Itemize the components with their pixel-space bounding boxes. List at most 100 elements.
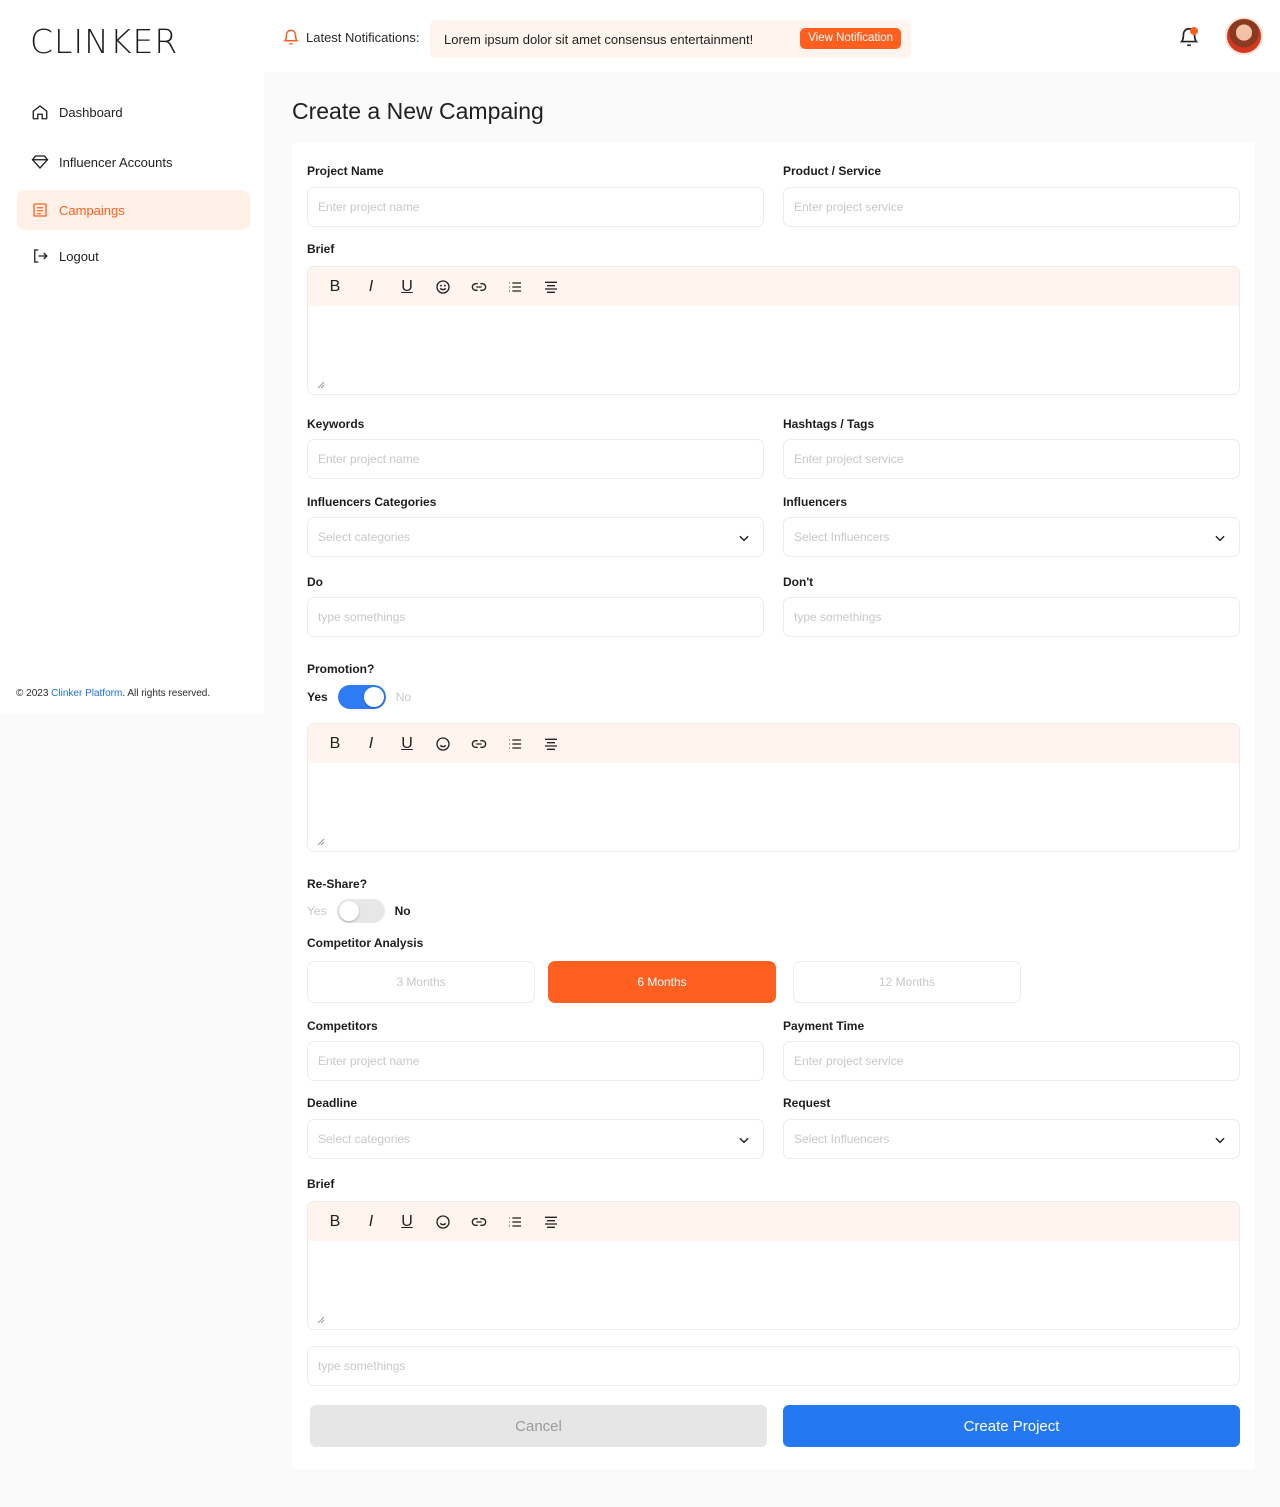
avatar[interactable] (1225, 17, 1263, 55)
italic-icon[interactable]: I (353, 275, 389, 299)
editor-toolbar: B I U (308, 724, 1239, 763)
copyright-brand-link[interactable]: Clinker Platform (51, 688, 122, 699)
link-icon[interactable] (461, 275, 497, 299)
emoji-icon[interactable] (425, 1210, 461, 1234)
align-center-icon[interactable] (533, 275, 569, 299)
home-icon (32, 105, 48, 120)
sidebar: Dashboard Influencer Accounts Campaings … (0, 72, 264, 714)
toggle-knob (338, 901, 359, 921)
notifications-label-text: Latest Notifications: (306, 29, 420, 45)
sidebar-item-label: Dashboard (59, 104, 123, 120)
hashtags-input[interactable]: Enter project service (783, 439, 1240, 479)
influencers-label: Influencers (783, 495, 848, 509)
campaign-form: Project Name Enter project name Product … (292, 143, 1255, 1469)
placeholder: Enter project service (794, 452, 904, 466)
influencers-select[interactable]: Select Influencers (783, 517, 1240, 557)
brief-editor[interactable]: B I U (307, 266, 1240, 395)
list-icon[interactable] (497, 732, 533, 756)
editor-toolbar: B I U (308, 1202, 1239, 1241)
emoji-icon[interactable] (425, 732, 461, 756)
brief-2-editor[interactable]: B I U (307, 1201, 1240, 1330)
link-icon[interactable] (461, 732, 497, 756)
placeholder: type somethings (318, 610, 406, 624)
placeholder: Select categories (318, 530, 411, 544)
extra-notes-input[interactable]: type somethings (307, 1346, 1240, 1386)
period-12-months-button[interactable]: 12 Months (793, 961, 1021, 1003)
resize-handle-icon[interactable] (317, 381, 325, 389)
align-center-icon[interactable] (533, 1210, 569, 1234)
resize-handle-icon[interactable] (317, 838, 325, 846)
placeholder: type somethings (318, 1359, 406, 1373)
underline-icon[interactable]: U (389, 732, 425, 756)
italic-icon[interactable]: I (353, 1210, 389, 1234)
chevron-down-icon (739, 535, 749, 542)
reshare-label: Re-Share? (307, 877, 368, 891)
deadline-label: Deadline (307, 1096, 358, 1110)
do-input[interactable]: type somethings (307, 597, 764, 637)
list-icon[interactable] (497, 275, 533, 299)
competitors-label: Competitors (307, 1019, 378, 1033)
notification-banner: Lorem ipsum dolor sit amet consensus ent… (430, 20, 911, 58)
italic-icon[interactable]: I (353, 732, 389, 756)
dont-label: Don't (783, 575, 814, 589)
promotion-yes-label: Yes (307, 690, 328, 704)
list-icon[interactable] (497, 1210, 533, 1234)
request-select[interactable]: Select Influencers (783, 1119, 1240, 1159)
top-bar: CLINKER Latest Notifications: Lorem ipsu… (0, 0, 1280, 72)
view-notification-button[interactable]: View Notification (800, 28, 901, 49)
copyright: © 2023 Clinker Platform. All rights rese… (16, 688, 210, 699)
request-label: Request (783, 1096, 831, 1110)
competitor-analysis-label: Competitor Analysis (307, 936, 424, 950)
influencer-categories-label: Influencers Categories (307, 495, 437, 509)
placeholder: Enter project name (318, 1054, 420, 1068)
sidebar-item-label: Logout (59, 248, 99, 264)
toggle-knob (363, 687, 384, 707)
resize-handle-icon[interactable] (317, 1316, 325, 1324)
reshare-yes-label: Yes (307, 904, 327, 918)
period-6-months-button[interactable]: 6 Months (548, 961, 776, 1003)
promotion-toggle[interactable] (337, 685, 386, 709)
payment-time-input[interactable]: Enter project service (783, 1041, 1240, 1081)
placeholder: Enter project service (794, 1054, 904, 1068)
influencer-categories-select[interactable]: Select categories (307, 517, 764, 557)
product-service-label: Product / Service (783, 164, 882, 178)
copyright-prefix: © 2023 (16, 688, 52, 699)
align-center-icon[interactable] (533, 732, 569, 756)
sidebar-item-label: Influencer Accounts (59, 154, 173, 170)
placeholder: Select Influencers (794, 1132, 890, 1146)
reshare-toggle[interactable] (336, 899, 385, 923)
notification-text: Lorem ipsum dolor sit amet consensus ent… (444, 31, 754, 47)
keywords-input[interactable]: Enter project name (307, 439, 764, 479)
promotion-editor[interactable]: B I U (307, 723, 1240, 852)
placeholder: Enter project name (318, 452, 420, 466)
underline-icon[interactable]: U (389, 1210, 425, 1234)
bold-icon[interactable]: B (317, 1210, 353, 1234)
sidebar-item-campaings[interactable]: Campaings (17, 190, 250, 230)
reshare-toggle-row: Yes No (307, 899, 411, 923)
emoji-icon[interactable] (425, 275, 461, 299)
product-service-input[interactable]: Enter project service (783, 187, 1240, 227)
brief-label: Brief (307, 242, 335, 256)
period-3-months-button[interactable]: 3 Months (307, 961, 535, 1003)
dont-input[interactable]: type somethings (783, 597, 1240, 637)
app-logo[interactable]: CLINKER (30, 22, 178, 61)
link-icon[interactable] (461, 1210, 497, 1234)
do-label: Do (307, 575, 323, 589)
create-project-button[interactable]: Create Project (783, 1405, 1240, 1447)
competitors-input[interactable]: Enter project name (307, 1041, 764, 1081)
promotion-label: Promotion? (307, 662, 375, 676)
chevron-down-icon (739, 1137, 749, 1144)
list-doc-icon (33, 203, 47, 217)
bold-icon[interactable]: B (317, 732, 353, 756)
sidebar-item-logout[interactable]: Logout (17, 236, 250, 276)
sidebar-item-influencer-accounts[interactable]: Influencer Accounts (17, 142, 250, 182)
placeholder: Enter project service (794, 200, 904, 214)
project-name-input[interactable]: Enter project name (307, 187, 764, 227)
sidebar-item-dashboard[interactable]: Dashboard (17, 92, 250, 132)
payment-time-label: Payment Time (783, 1019, 865, 1033)
deadline-select[interactable]: Select categories (307, 1119, 764, 1159)
editor-toolbar: B I U (308, 267, 1239, 306)
bold-icon[interactable]: B (317, 275, 353, 299)
cancel-button[interactable]: Cancel (310, 1405, 767, 1447)
underline-icon[interactable]: U (389, 275, 425, 299)
